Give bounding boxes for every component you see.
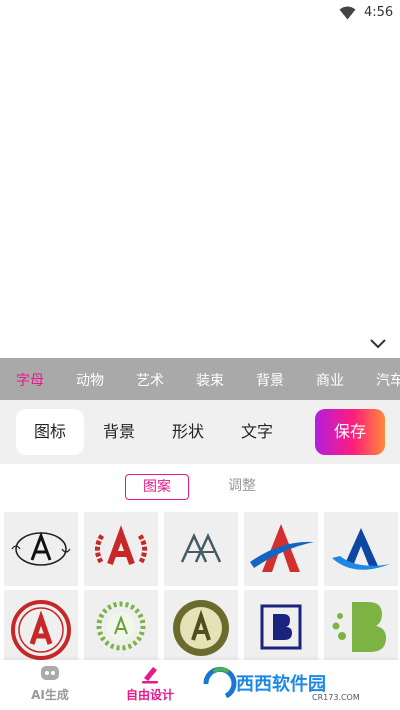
tab-icon[interactable]: 图标 [16, 409, 84, 455]
letter-a-red-circle-icon[interactable] [4, 590, 78, 664]
category-background[interactable]: 背景 [256, 370, 284, 390]
category-art[interactable]: 艺术 [136, 370, 164, 390]
tool-bar: 图标 背景 形状 文字 保存 [0, 400, 400, 464]
category-business[interactable]: 商业 [316, 370, 344, 390]
letter-a-green-wreath-icon[interactable] [84, 590, 158, 664]
subtab-pattern[interactable]: 图案 [125, 474, 189, 500]
letter-a-ornate-frame-icon[interactable] [4, 512, 78, 586]
sub-tabs: 图案 调整 [0, 464, 400, 510]
nav-free-label: 自由设计 [125, 688, 174, 702]
pen-icon [142, 667, 158, 684]
category-animals[interactable]: 动物 [76, 370, 104, 390]
icon-grid [0, 510, 400, 664]
category-car[interactable]: 汽车 [376, 370, 400, 390]
svg-text:西西软件园: 西西软件园 [236, 673, 326, 695]
letter-b-navy-square-icon[interactable] [244, 590, 318, 664]
watermark-logo: 西西软件园 CR173.COM [200, 666, 382, 702]
status-bar: 4:56 [0, 0, 400, 26]
category-letters[interactable]: 字母 [16, 370, 44, 390]
category-costume[interactable]: 装束 [196, 370, 224, 390]
subtab-adjust[interactable]: 调整 [218, 474, 266, 500]
letter-b-green-dots-icon[interactable] [324, 590, 398, 664]
letter-a-laurel-red-icon[interactable] [84, 512, 158, 586]
letter-a-olive-seal-icon[interactable] [164, 590, 238, 664]
letter-a-blue-swoosh-icon[interactable] [324, 512, 398, 586]
tab-text[interactable]: 文字 [226, 409, 288, 455]
svg-text:CR173.COM: CR173.COM [312, 693, 360, 702]
tab-shape[interactable]: 形状 [157, 409, 219, 455]
nav-ai-generate[interactable]: AI生成 [10, 660, 90, 710]
tab-background[interactable]: 背景 [88, 409, 150, 455]
nav-ai-label: AI生成 [31, 688, 69, 702]
status-time: 4:56 [364, 5, 394, 20]
save-button[interactable]: 保存 [315, 409, 385, 455]
letter-a-double-gray-icon[interactable] [164, 512, 238, 586]
wifi-icon [339, 6, 356, 20]
chevron-down-icon[interactable] [370, 338, 386, 350]
design-canvas[interactable] [0, 26, 400, 358]
letter-a-red-swoosh-icon[interactable] [244, 512, 318, 586]
nav-free-design[interactable]: 自由设计 [110, 660, 190, 710]
robot-icon [41, 666, 59, 680]
category-bar: 字母 动物 艺术 装束 背景 商业 汽车 [0, 358, 400, 400]
